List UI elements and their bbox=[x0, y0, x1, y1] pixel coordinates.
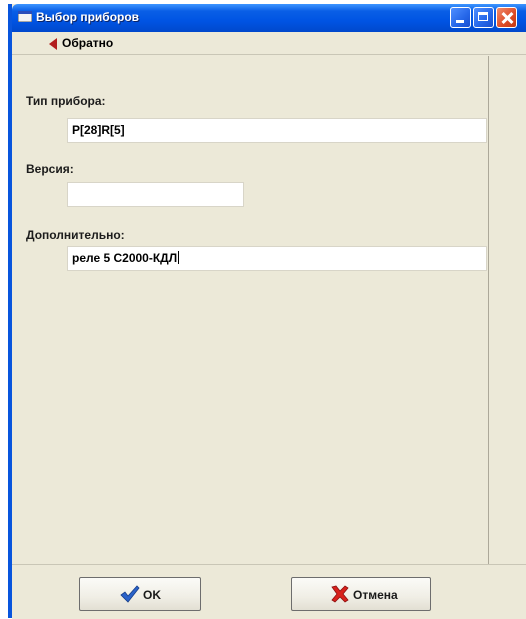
minimize-button[interactable] bbox=[450, 7, 471, 28]
version-label: Версия: bbox=[26, 162, 74, 176]
cancel-button-label: Отмена bbox=[353, 588, 398, 602]
cancel-button[interactable]: Отмена bbox=[291, 577, 431, 611]
window-icon bbox=[18, 11, 32, 22]
version-field[interactable] bbox=[67, 182, 244, 207]
red-x-icon bbox=[331, 585, 349, 603]
button-bar: OK Отмена bbox=[12, 564, 526, 619]
ok-button-label: OK bbox=[143, 588, 161, 602]
ok-button[interactable]: OK bbox=[79, 577, 201, 611]
close-button[interactable] bbox=[496, 7, 517, 28]
device-type-value: Р[28]R[5] bbox=[72, 123, 125, 137]
device-type-label: Тип прибора: bbox=[26, 94, 106, 108]
toolbar: Обратно bbox=[12, 32, 526, 55]
maximize-button[interactable] bbox=[473, 7, 494, 28]
device-type-field[interactable]: Р[28]R[5] bbox=[67, 118, 487, 143]
title-bar[interactable]: Выбор приборов bbox=[12, 4, 526, 32]
window-title: Выбор приборов bbox=[36, 10, 140, 24]
form-area: Тип прибора: Р[28]R[5] Версия: Дополните… bbox=[12, 56, 487, 564]
text-cursor bbox=[178, 251, 180, 264]
right-panel bbox=[488, 56, 526, 564]
checkmark-icon bbox=[120, 585, 140, 603]
dialog-window: Выбор приборов Обратно Тип прибора: Р[28… bbox=[8, 4, 526, 619]
additional-value: реле 5 С2000-КДЛ bbox=[72, 251, 178, 265]
back-arrow-icon[interactable] bbox=[49, 38, 57, 50]
additional-label: Дополнительно: bbox=[26, 228, 125, 242]
back-link[interactable]: Обратно bbox=[62, 36, 113, 50]
additional-field[interactable]: реле 5 С2000-КДЛ bbox=[67, 246, 487, 271]
